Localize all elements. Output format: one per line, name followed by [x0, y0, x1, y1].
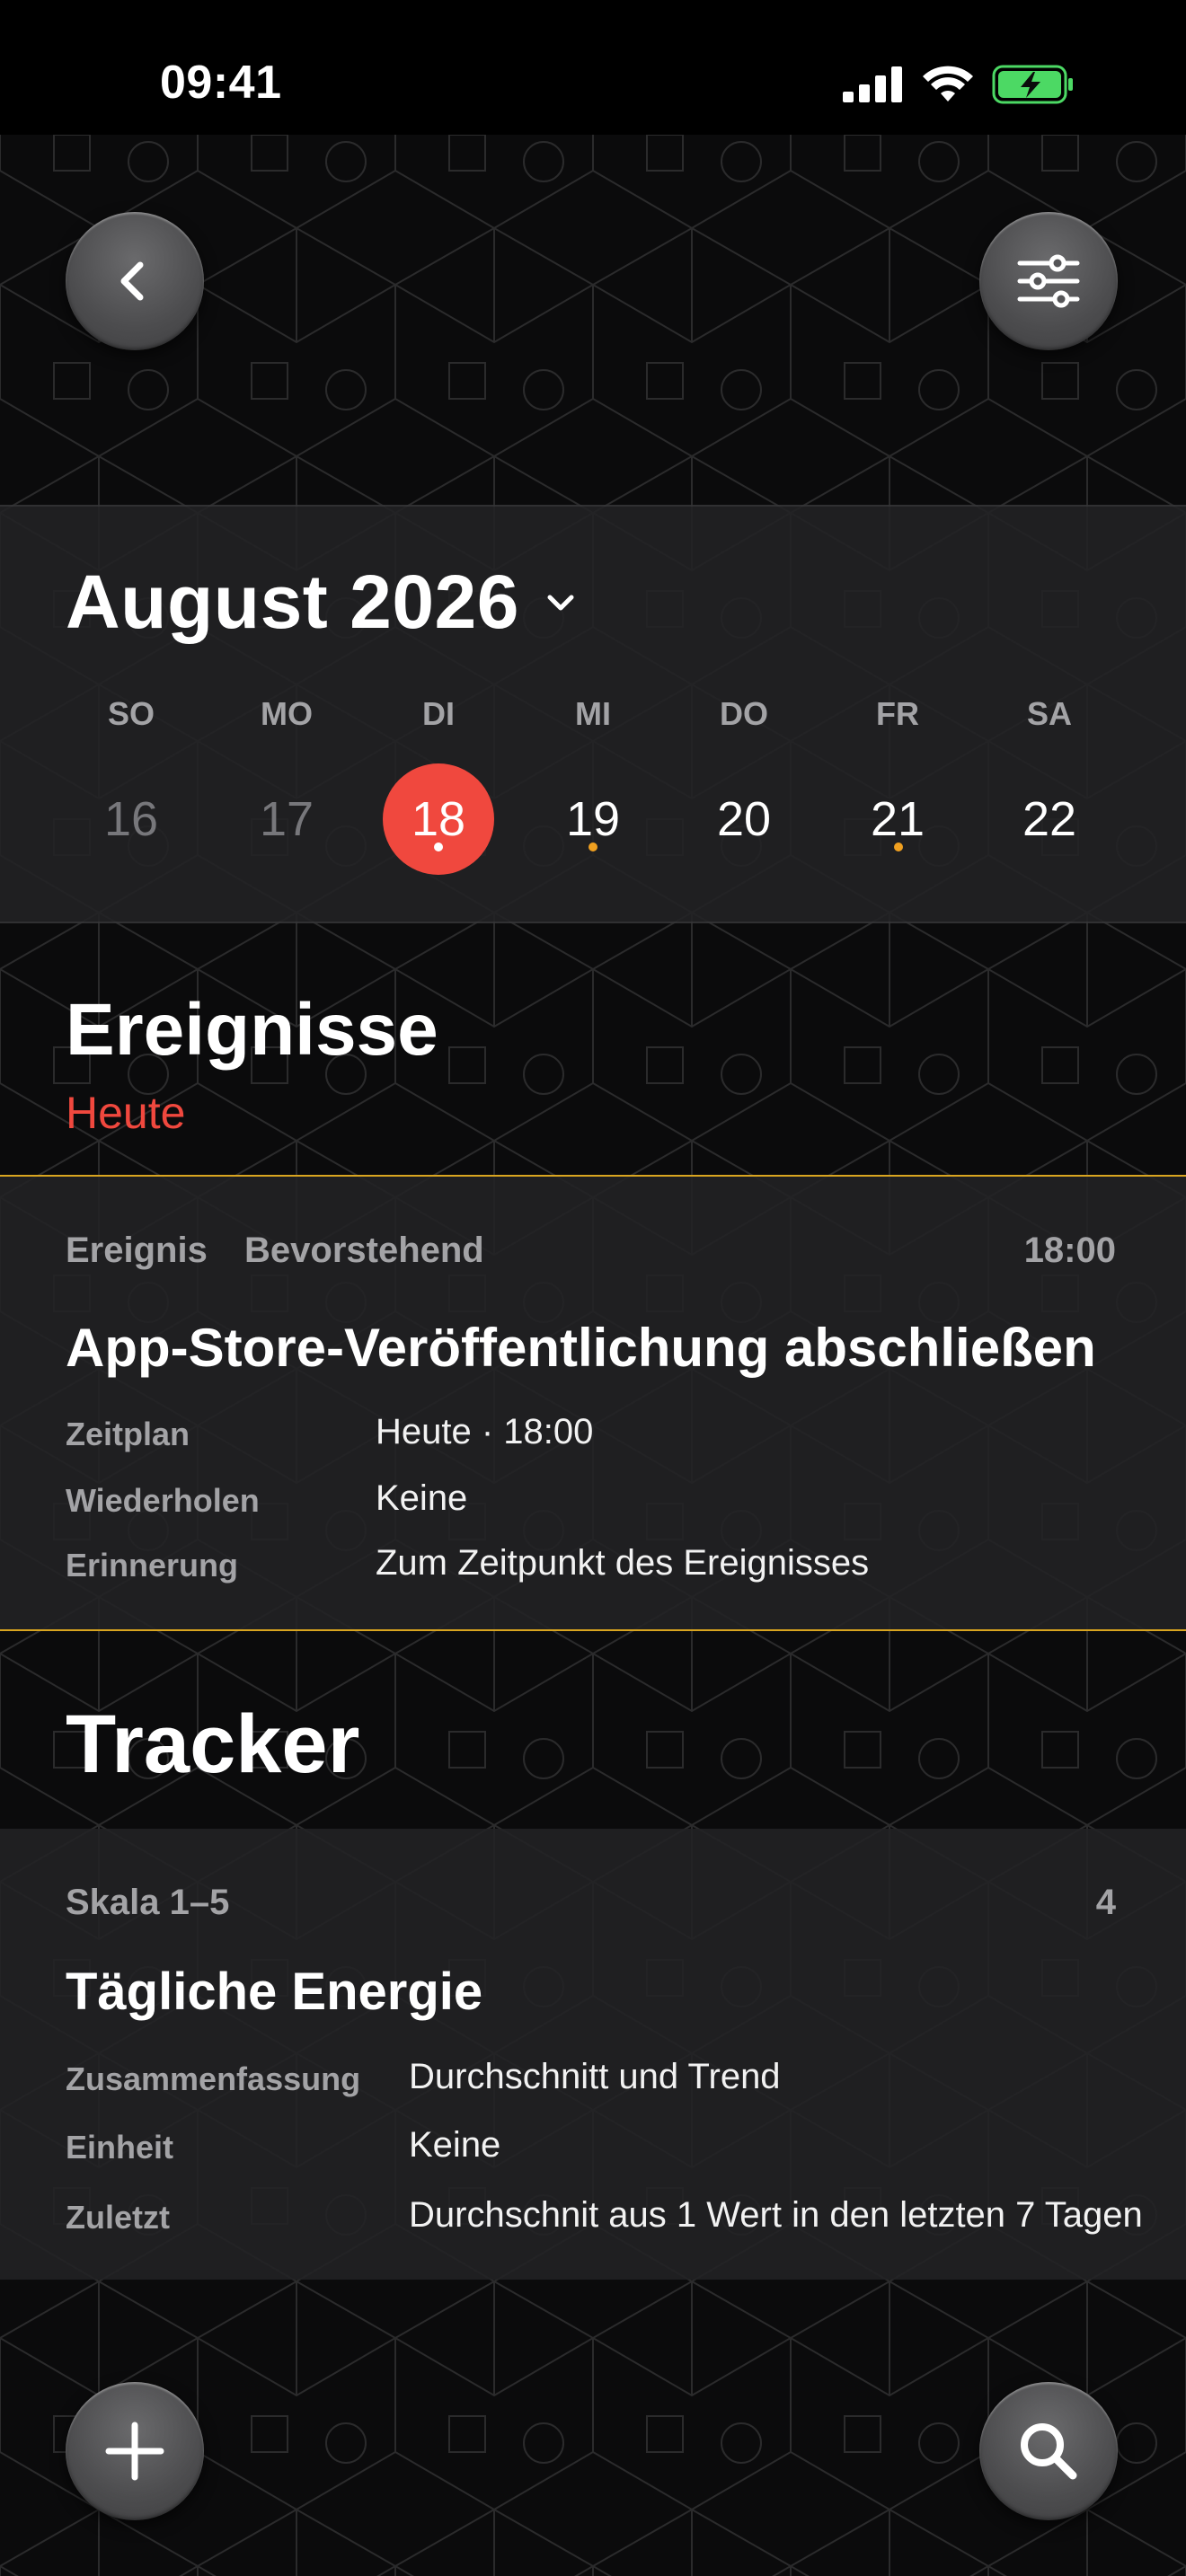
add-button[interactable]: [66, 2382, 204, 2520]
event-row-value: Heute · 18:00: [376, 1412, 594, 1451]
today-event-dot: [434, 842, 443, 851]
event-dot: [894, 842, 903, 851]
tracker-row-label: Einheit: [66, 2129, 174, 2166]
chevron-down-icon: [547, 595, 574, 610]
events-section-title: Ereignisse: [66, 989, 438, 1071]
tracker-current-value: 4: [1095, 1883, 1116, 1922]
tracker-row-value: Durchschnit aus 1 Wert in den letzten 7 …: [409, 2195, 1143, 2235]
event-kind: Ereignis: [66, 1231, 208, 1270]
sliders-icon: [1017, 254, 1080, 308]
event-row-value: Zum Zeitpunkt des Ereignisses: [376, 1543, 870, 1583]
events-today-label: Heute: [66, 1088, 186, 1138]
day-cell[interactable]: 20: [688, 763, 800, 875]
tracker-title: Tägliche Energie: [66, 1963, 483, 2021]
day-cell[interactable]: 21: [842, 763, 953, 875]
weekday-label: SA: [1026, 695, 1072, 732]
event-row-value: Keine: [376, 1478, 468, 1518]
cellular-signal-icon: [843, 66, 902, 102]
weekday-label: DI: [422, 695, 455, 732]
month-picker[interactable]: August 2026: [66, 559, 579, 646]
month-label: August 2026: [66, 560, 519, 644]
search-button[interactable]: [979, 2382, 1118, 2520]
weekday-label: SO: [107, 695, 155, 732]
filter-button[interactable]: [979, 212, 1118, 350]
plus-icon: [105, 2422, 164, 2481]
tracker-row-value: Keine: [409, 2125, 501, 2165]
tracker-row-label: Zuletzt: [66, 2199, 170, 2236]
day-cell[interactable]: 16: [75, 763, 187, 875]
weekday-label: DO: [720, 695, 768, 732]
event-row-label: Zeitplan: [66, 1416, 190, 1452]
status-bar: 09:41: [0, 0, 1186, 135]
day-cell-selected[interactable]: 18: [383, 763, 494, 875]
tracker-row-label: Zusammenfassung: [66, 2060, 361, 2097]
event-row-label: Wiederholen: [66, 1482, 260, 1519]
battery-charging-icon: [992, 65, 1073, 104]
weekday-label: FR: [876, 695, 919, 732]
status-time: 09:41: [160, 57, 282, 109]
chevron-left-icon: [120, 261, 144, 301]
tracker-scale: Skala 1–5: [66, 1883, 230, 1922]
back-button[interactable]: [66, 212, 204, 350]
tracker-section-title: Tracker: [66, 1698, 360, 1790]
day-cell[interactable]: 17: [231, 763, 342, 875]
wifi-icon: [923, 66, 973, 101]
tracker-row-value: Durchschnitt und Trend: [409, 2057, 781, 2096]
day-cell[interactable]: 22: [994, 763, 1105, 875]
weekday-label: MO: [261, 695, 313, 732]
status-icons: [843, 65, 1075, 104]
event-state: Bevorstehend: [244, 1231, 484, 1270]
event-dot: [589, 842, 597, 851]
weekday-label: MI: [575, 695, 611, 732]
search-icon: [1021, 2423, 1077, 2480]
event-row-label: Erinnerung: [66, 1547, 239, 1584]
event-title: App-Store-Veröffentlichung abschließen: [66, 1318, 1096, 1378]
day-cell[interactable]: 19: [537, 763, 649, 875]
event-time: 18:00: [1023, 1231, 1116, 1270]
